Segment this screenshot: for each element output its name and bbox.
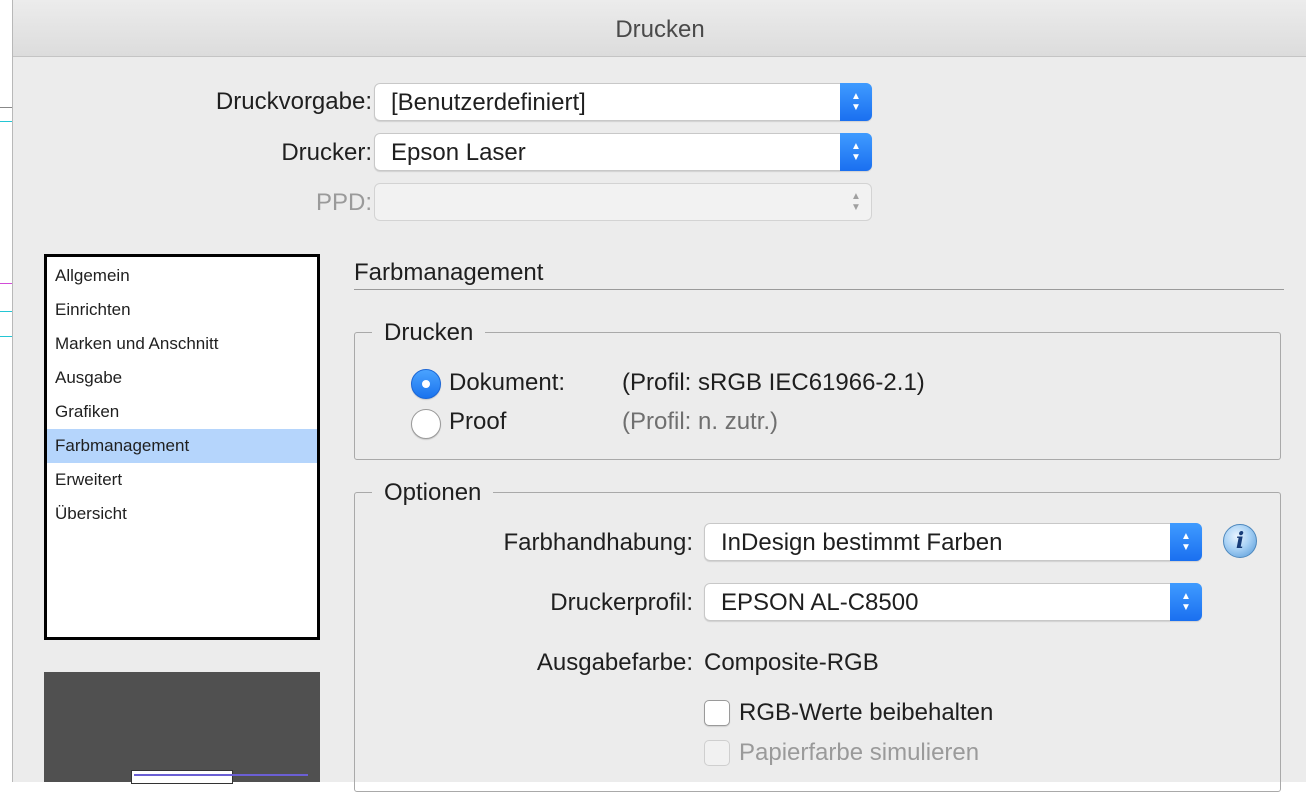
print-dialog: Drucken Druckvorgabe: [Benutzerdefiniert… bbox=[12, 0, 1306, 792]
guide-line bbox=[0, 336, 12, 337]
ppd-label: PPD: bbox=[315, 189, 372, 216]
printer-label: Drucker: bbox=[281, 139, 372, 166]
sidebar-item-grafiken[interactable]: Grafiken bbox=[47, 395, 317, 429]
background-document bbox=[0, 0, 12, 782]
simulate-paper-checkbox bbox=[704, 740, 730, 766]
printer-value: Epson Laser bbox=[391, 139, 526, 166]
updown-arrows-icon: ▲ ▼ bbox=[840, 83, 872, 121]
color-handling-select[interactable]: InDesign bestimmt Farben ▲ ▼ bbox=[704, 523, 1202, 561]
proof-radio[interactable] bbox=[411, 409, 441, 439]
panel-title: Farbmanagement bbox=[354, 259, 544, 286]
preset-value: [Benutzerdefiniert] bbox=[391, 89, 586, 116]
updown-arrows-icon: ▲ ▼ bbox=[1170, 583, 1202, 621]
simulate-paper-label: Papierfarbe simulieren bbox=[739, 739, 980, 766]
sidebar-item-farbmanagement[interactable]: Farbmanagement bbox=[47, 429, 317, 463]
preview-guide bbox=[134, 774, 308, 776]
sidebar-item-einrichten[interactable]: Einrichten bbox=[47, 293, 317, 327]
print-group-legend: Drucken bbox=[372, 319, 486, 347]
category-list: Allgemein Einrichten Marken und Anschnit… bbox=[44, 254, 320, 640]
color-handling-label: Farbhandhabung: bbox=[503, 529, 694, 556]
guide-line bbox=[0, 311, 12, 312]
proof-profile: (Profil: n. zutr.) bbox=[622, 408, 779, 435]
info-icon[interactable]: i bbox=[1223, 524, 1257, 558]
ppd-select: ▲ ▼ bbox=[374, 183, 872, 221]
printer-profile-select[interactable]: EPSON AL-C8500 ▲ ▼ bbox=[704, 583, 1202, 621]
sidebar-item-uebersicht[interactable]: Übersicht bbox=[47, 497, 317, 531]
sidebar-item-ausgabe[interactable]: Ausgabe bbox=[47, 361, 317, 395]
output-color-value: Composite-RGB bbox=[704, 649, 879, 676]
sidebar-item-marken[interactable]: Marken und Anschnitt bbox=[47, 327, 317, 361]
sidebar-item-erweitert[interactable]: Erweitert bbox=[47, 463, 317, 497]
printer-select[interactable]: Epson Laser ▲ ▼ bbox=[374, 133, 872, 171]
guide-line bbox=[0, 283, 12, 284]
color-handling-value: InDesign bestimmt Farben bbox=[721, 529, 1003, 556]
printer-profile-value: EPSON AL-C8500 bbox=[721, 589, 919, 616]
options-group-legend: Optionen bbox=[372, 479, 494, 507]
updown-arrows-icon: ▲ ▼ bbox=[1170, 523, 1202, 561]
window-title: Drucken bbox=[615, 16, 705, 43]
preset-select[interactable]: [Benutzerdefiniert] ▲ ▼ bbox=[374, 83, 872, 121]
keep-rgb-checkbox[interactable] bbox=[704, 700, 730, 726]
document-profile: (Profil: sRGB IEC61966-2.1) bbox=[622, 369, 925, 396]
page-preview[interactable] bbox=[44, 672, 320, 784]
panel-divider bbox=[354, 289, 1284, 290]
keep-rgb-label[interactable]: RGB-Werte beibehalten bbox=[739, 699, 993, 727]
output-color-label: Ausgabefarbe: bbox=[536, 649, 693, 676]
guide-line bbox=[0, 107, 12, 108]
updown-arrows-icon: ▲ ▼ bbox=[840, 133, 872, 171]
document-label[interactable]: Dokument: bbox=[449, 369, 565, 397]
preset-label: Druckvorgabe: bbox=[215, 88, 372, 115]
title-bar: Drucken bbox=[13, 0, 1306, 57]
guide-line bbox=[0, 121, 12, 122]
proof-label[interactable]: Proof bbox=[449, 408, 506, 436]
sidebar-item-allgemein[interactable]: Allgemein bbox=[47, 259, 317, 293]
updown-arrows-icon: ▲ ▼ bbox=[851, 191, 861, 213]
document-radio[interactable] bbox=[411, 369, 441, 399]
printer-profile-label: Druckerprofil: bbox=[550, 589, 693, 616]
